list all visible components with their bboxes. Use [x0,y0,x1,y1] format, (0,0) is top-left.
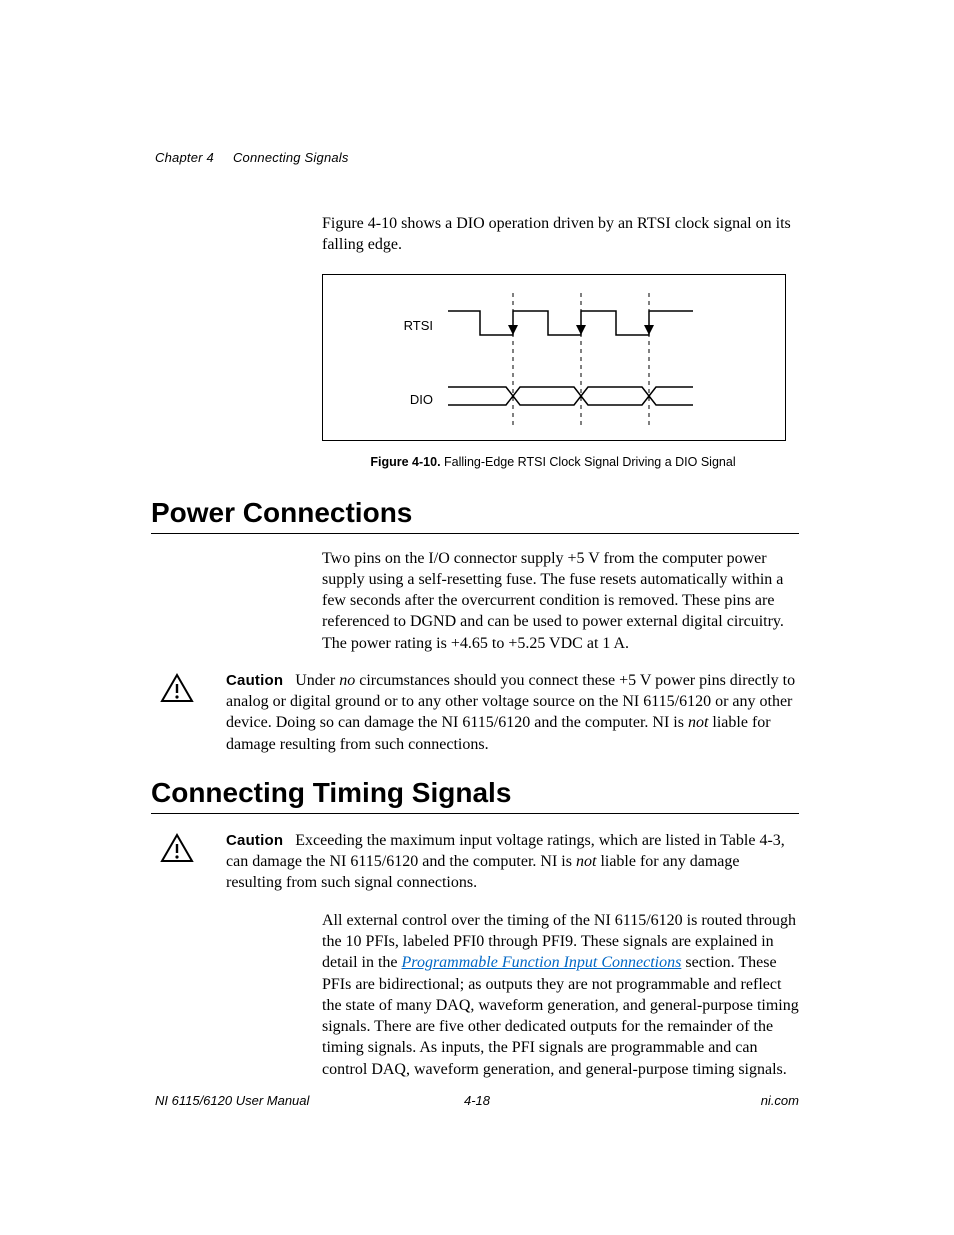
heading-power-connections: Power Connections [151,497,799,529]
figure-caption-label: Figure 4-10. [370,455,440,469]
figure-label-rtsi: RTSI [373,318,433,333]
intro-text: Figure 4-10 shows a DIO operation driven… [322,213,799,256]
heading-connecting-timing: Connecting Timing Signals [151,777,799,809]
timing-diagram [323,275,785,440]
caution-timing: Caution Exceeding the maximum input volt… [155,830,799,894]
power-connections-para: Two pins on the I/O connector supply +5 … [322,548,799,654]
running-header-chapter: Chapter 4 [155,150,214,165]
figure-caption: Figure 4-10. Falling-Edge RTSI Clock Sig… [322,455,784,469]
caution-power: Caution Under no circumstances should yo… [155,670,799,755]
caution-italic: no [339,672,355,689]
caution-italic: not [688,714,708,731]
heading-rule [151,533,799,534]
figure-caption-text: Falling-Edge RTSI Clock Signal Driving a… [441,455,736,469]
caution-italic: not [576,853,596,870]
running-header-title: Connecting Signals [233,150,349,165]
caution-icon [160,673,194,708]
caution-frag: Under [295,672,339,689]
timing-frag: section. These PFIs are bidirectional; a… [322,954,799,1077]
caution-timing-text: Caution Exceeding the maximum input volt… [226,830,799,894]
caution-power-text: Caution Under no circumstances should yo… [226,670,799,755]
page-footer: NI 6115/6120 User Manual 4-18 ni.com [155,1093,799,1108]
running-header: Chapter 4 Connecting Signals [155,150,799,165]
caution-keyword: Caution [226,672,283,689]
caution-icon [160,833,194,868]
figure-label-dio: DIO [373,392,433,407]
footer-center: 4-18 [155,1093,799,1108]
figure-4-10: RTSI DIO [322,274,786,441]
heading-rule [151,813,799,814]
pfi-link[interactable]: Programmable Function Input Connections [402,954,682,971]
timing-para: All external control over the timing of … [322,910,799,1080]
caution-keyword: Caution [226,832,283,849]
page: Chapter 4 Connecting Signals Figure 4-10… [0,0,954,1235]
